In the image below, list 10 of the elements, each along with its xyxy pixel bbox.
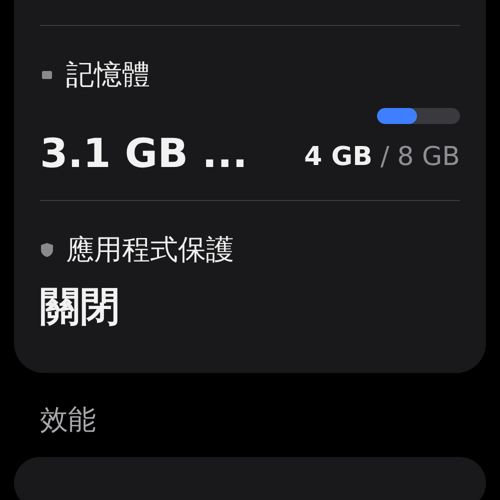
- separator: /: [380, 142, 390, 172]
- memory-used: 3.1 GB ...: [40, 130, 248, 178]
- app-protection-title: 應用程式保護: [66, 232, 234, 268]
- memory-in-use: 4 GB: [304, 142, 372, 172]
- chip-icon: [40, 68, 54, 82]
- shield-icon: [40, 242, 54, 258]
- memory-title: 記憶體: [66, 57, 150, 93]
- memory-total: 8 GB: [397, 142, 460, 172]
- section-heading: 效能: [39, 402, 97, 438]
- app-protection-value: 關閉: [40, 283, 120, 331]
